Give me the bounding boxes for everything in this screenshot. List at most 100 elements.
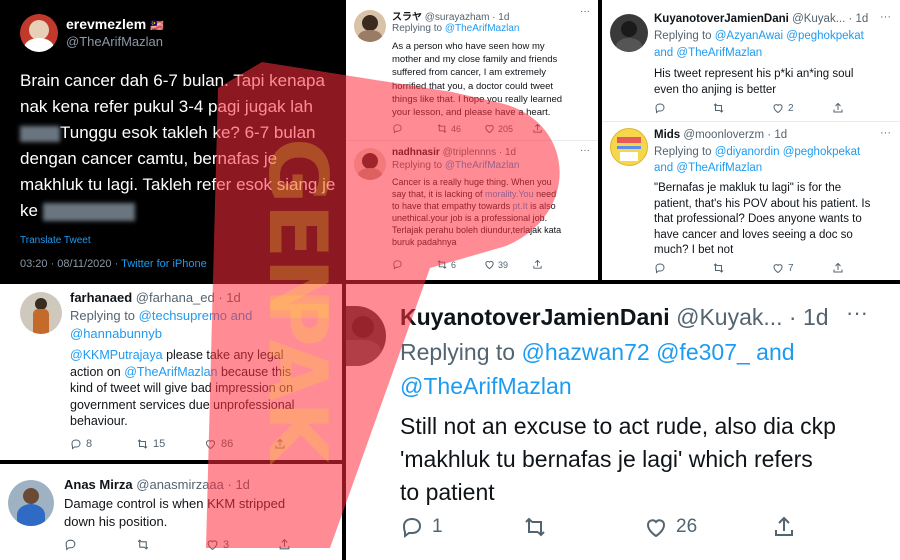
tweet-link[interactable]: morality.You — [485, 189, 534, 199]
main-tweet-panel: erevmezlem 🇲🇾 @TheArifMazlan Brain cance… — [0, 0, 342, 280]
kuyan-handle[interactable]: @Kuyak... · 1d — [792, 13, 868, 25]
retweet-button[interactable] — [712, 102, 772, 114]
reply-button[interactable] — [392, 259, 436, 270]
farhana-header: farhanaed @farhana_ed · 1d — [70, 290, 241, 305]
reply-button[interactable] — [392, 123, 436, 134]
heart-icon — [207, 540, 218, 551]
translate-tweet-link[interactable]: Translate Tweet — [20, 235, 91, 246]
author-name-text[interactable]: erevmezlem — [66, 16, 146, 32]
retweet-button[interactable]: 46 — [436, 123, 484, 134]
suraya-name[interactable]: スラヤ — [392, 12, 422, 23]
kuyan-big-name[interactable]: KuyanotoverJamienDani — [400, 304, 670, 330]
replying-mention[interactable]: @techsupremo — [139, 308, 227, 323]
replying-mention[interactable]: @hannabunnyb — [70, 326, 162, 341]
tweet-text-part: is also — [527, 201, 556, 211]
more-options-icon[interactable]: ··· — [880, 127, 891, 139]
more-options-icon[interactable]: ··· — [880, 11, 891, 23]
replying-mention[interactable]: @peghokpekat — [786, 30, 864, 42]
like-button[interactable]: 2 — [772, 102, 832, 114]
like-button[interactable]: 7 — [772, 262, 832, 274]
tweet-mention[interactable]: @TheArifMazlan — [124, 365, 217, 379]
tweet-line: that professional? Does anyone wants to — [654, 213, 862, 225]
kuyan-name[interactable]: KuyanotoverJamienDani — [654, 13, 789, 25]
reply-button[interactable] — [64, 538, 136, 551]
author-handle[interactable]: @TheArifMazlan — [66, 34, 163, 49]
farhana-name[interactable]: farhanaed — [70, 290, 132, 305]
anas-avatar[interactable] — [8, 480, 54, 526]
more-options-icon[interactable]: ··· — [580, 6, 590, 17]
reply-button[interactable] — [654, 262, 712, 274]
nadh-handle[interactable]: @triplennns · 1d — [443, 147, 517, 158]
tweet-line: things like that. I hope you really lear… — [392, 93, 563, 105]
kuyan-actions: 2 — [654, 102, 844, 114]
mids-avatar[interactable] — [610, 128, 648, 166]
farhana-handle[interactable]: @farhana_ed · 1d — [136, 290, 241, 305]
like-button[interactable]: 86 — [204, 438, 274, 450]
replying-mention[interactable]: @TheArifMazlan — [676, 47, 762, 59]
retweet-button[interactable]: 15 — [136, 438, 204, 450]
nadh-name[interactable]: nadhnasir — [392, 147, 440, 158]
retweet-count: 6 — [451, 259, 457, 270]
retweet-button[interactable] — [712, 262, 772, 274]
author-avatar[interactable] — [20, 14, 58, 52]
reply-icon — [71, 439, 81, 450]
like-button[interactable]: 3 — [206, 538, 278, 551]
kuyan-avatar[interactable] — [610, 14, 648, 52]
reply-button[interactable]: 8 — [70, 438, 136, 450]
tweet-timestamp: 03:20 · 08/11/2020 · Twitter for iPhone — [20, 258, 207, 270]
more-options-icon[interactable]: ··· — [846, 300, 868, 326]
share-button[interactable] — [532, 259, 543, 270]
like-button[interactable]: 205 — [484, 123, 532, 134]
replying-mention[interactable]: @diyanordin — [715, 146, 780, 158]
tweet-line: His tweet represent his p*ki an*ing soul — [654, 68, 854, 80]
share-button[interactable] — [832, 262, 844, 274]
kuyan-big-handle[interactable]: @Kuyak... · 1d — [676, 304, 828, 330]
like-count: 3 — [223, 538, 230, 551]
like-button[interactable]: 26 — [644, 515, 772, 539]
share-button[interactable] — [274, 438, 286, 450]
mids-handle[interactable]: @moonloverzm · 1d — [683, 129, 787, 141]
share-button[interactable] — [532, 123, 543, 134]
share-icon — [833, 102, 843, 113]
replying-prefix: Replying to — [392, 23, 445, 34]
timestamp-text[interactable]: 03:20 · 08/11/2020 · — [20, 258, 121, 270]
mids-name[interactable]: Mids — [654, 129, 680, 141]
retweet-button[interactable]: 6 — [436, 259, 484, 270]
retweet-button[interactable] — [522, 515, 644, 539]
reply-button[interactable]: 1 — [400, 515, 522, 539]
suraya-handle[interactable]: @surayazham · 1d — [425, 12, 510, 23]
replying-mention[interactable]: @TheArifMazlan — [676, 162, 762, 174]
share-button[interactable] — [832, 102, 844, 114]
kuyan-big-replying-line1: Replying to @hazwan72 @fe307_ and — [400, 339, 795, 366]
farhana-avatar[interactable] — [20, 292, 62, 334]
kuyan-big-avatar[interactable] — [346, 306, 386, 366]
like-button[interactable]: 39 — [484, 259, 532, 270]
reply-button[interactable] — [654, 102, 712, 114]
nadh-actions: 6 39 — [392, 259, 543, 270]
share-button[interactable] — [772, 515, 796, 539]
anas-handle[interactable]: @anasmirzaaa · 1d — [136, 477, 250, 492]
more-options-icon[interactable]: ··· — [580, 145, 590, 156]
replying-mention[interactable]: @fe307_ — [656, 339, 750, 365]
anas-name[interactable]: Anas Mirza — [64, 477, 133, 492]
nadh-avatar[interactable] — [354, 148, 386, 180]
replying-mention[interactable]: @AzyanAwai — [715, 30, 783, 42]
suraya-text: As a person who have seen how my mother … — [392, 40, 562, 119]
tweet-mention[interactable]: @KKMPutrajaya — [70, 348, 163, 362]
replying-mention[interactable]: @TheArifMazlan — [445, 23, 520, 34]
author-name[interactable]: erevmezlem 🇲🇾 — [66, 16, 164, 32]
replying-conjunction: and — [227, 308, 253, 323]
replying-prefix: Replying to — [400, 339, 522, 365]
replying-mention[interactable]: @hazwan72 — [521, 339, 649, 365]
retweet-button[interactable] — [136, 538, 206, 551]
retweet-icon — [437, 124, 447, 133]
replying-mention[interactable]: @TheArifMazlan — [400, 373, 572, 400]
tweet-line: Damage control is when KKM stripped — [64, 496, 286, 511]
replying-mention[interactable]: @peghokpekat — [783, 146, 861, 158]
source-link[interactable]: Twitter for iPhone — [121, 258, 207, 270]
replying-mention[interactable]: @TheArifMazlan — [445, 160, 520, 171]
tweet-line: "Bernafas je makluk tu lagi" is for the — [654, 182, 842, 194]
suraya-avatar[interactable] — [354, 10, 386, 42]
share-button[interactable] — [278, 538, 291, 551]
tweet-link[interactable]: pt.It — [513, 201, 528, 211]
